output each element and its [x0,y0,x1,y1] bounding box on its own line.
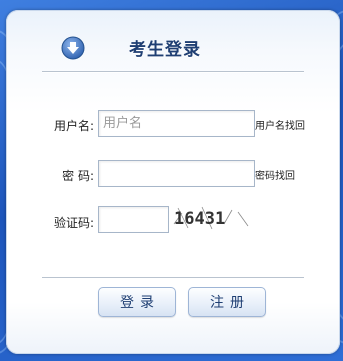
username-input[interactable] [98,110,255,137]
captcha-image[interactable]: 16431 [172,204,252,232]
bottom-divider [42,277,304,278]
register-button[interactable]: 注册 [188,287,266,317]
username-recover-link[interactable]: 用户名找回 [255,117,305,132]
down-arrow-circle-icon [61,36,85,60]
page-title: 考生登录 [129,40,201,60]
top-divider [42,71,304,72]
password-label: 密 码: [62,169,94,183]
captcha-input[interactable] [98,206,169,233]
login-button[interactable]: 登录 [98,287,176,317]
captcha-label: 验证码: [53,216,94,230]
username-label: 用户名: [53,119,94,133]
password-recover-link[interactable]: 密码找回 [255,167,295,182]
password-input[interactable] [98,160,255,187]
captcha-text: 16431 [174,209,225,229]
